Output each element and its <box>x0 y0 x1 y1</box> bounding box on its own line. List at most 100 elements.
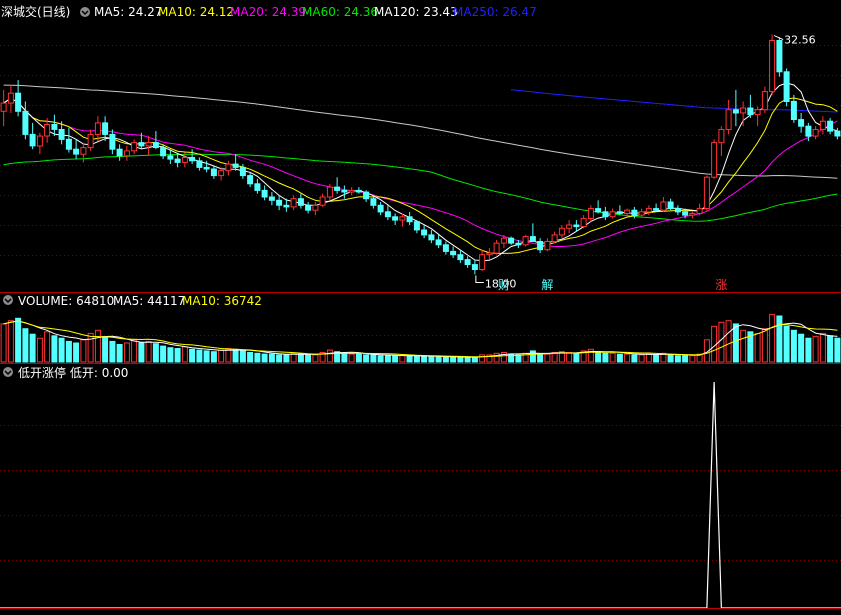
volume-bar <box>0 323 7 363</box>
candle <box>696 203 703 216</box>
volume-bar <box>819 332 826 363</box>
volume-bar <box>370 354 377 363</box>
signal-menu-toggle[interactable] <box>3 367 13 377</box>
candle <box>508 236 515 245</box>
candle-body <box>783 71 790 103</box>
candle-body <box>544 241 551 251</box>
signal-title: 低开涨停 <box>18 365 66 380</box>
volume-bar <box>479 354 486 363</box>
candle-body <box>428 234 435 241</box>
signal-value: 0.00 <box>102 366 129 380</box>
svg-text:MA10: 24.12: MA10: 24.12 <box>158 5 234 19</box>
volume-bar <box>754 332 761 363</box>
candle-body <box>674 208 681 213</box>
signal-line <box>0 381 841 609</box>
candle <box>355 187 362 194</box>
volume-bar <box>297 353 304 363</box>
volume-bar <box>776 315 783 363</box>
volume-bar <box>413 355 420 363</box>
candle-body <box>827 120 834 132</box>
svg-text:MA120: 23.43: MA120: 23.43 <box>374 5 458 19</box>
volume-bar <box>312 354 319 363</box>
candle-body <box>109 133 116 150</box>
candle <box>522 234 529 247</box>
volume-bar <box>138 342 145 363</box>
volume-bar <box>36 337 43 363</box>
candle <box>725 99 732 135</box>
stock-chart[interactable]: 32.56 18.00 财 解 涨 深城交(日线) MA5: 24.27 MA1… <box>0 0 841 615</box>
price-panel-header: 深城交(日线) MA5: 24.27 MA10: 24.12 MA20: 24.… <box>1 4 537 19</box>
signal-panel-header: 低开涨停 低开: 0.00 <box>3 365 128 380</box>
volume-bar <box>196 349 203 363</box>
candle <box>297 193 304 209</box>
svg-text:MA5: 24.27: MA5: 24.27 <box>94 5 162 19</box>
candle <box>341 185 348 199</box>
candle <box>268 192 275 206</box>
candle <box>131 139 138 155</box>
volume-bar <box>812 336 819 363</box>
candle-body <box>363 191 370 200</box>
volume-bar <box>152 343 159 363</box>
indicator-menu-toggle[interactable] <box>80 7 90 17</box>
candle <box>94 116 101 141</box>
candle <box>36 132 43 155</box>
candle <box>638 208 645 217</box>
candle-body <box>131 142 138 152</box>
volume-bar <box>645 353 652 363</box>
candle <box>667 198 674 211</box>
svg-text:MA250: 26.47: MA250: 26.47 <box>453 5 537 19</box>
volume-bar <box>203 350 210 363</box>
volume-menu-toggle[interactable] <box>3 295 13 305</box>
candle <box>834 127 841 140</box>
svg-text:MA10: 36742: MA10: 36742 <box>182 294 262 308</box>
signal-spike <box>0 381 841 609</box>
candle-body <box>805 125 812 137</box>
event-marker-earnings[interactable]: 财 <box>498 278 510 292</box>
volume-bar <box>210 351 217 363</box>
candle <box>442 241 449 255</box>
svg-text:VOLUME: 64810: VOLUME: 64810 <box>18 294 114 308</box>
candle-body <box>587 208 594 220</box>
candle-body <box>239 166 246 177</box>
volume-bar <box>181 346 188 363</box>
candle <box>616 205 623 216</box>
volume-bar <box>116 344 123 363</box>
volume-bar <box>624 353 631 363</box>
svg-text:MA20: 24.39: MA20: 24.39 <box>230 5 306 19</box>
volume-bar <box>674 355 681 363</box>
event-marker-limit-up[interactable]: 涨 <box>715 277 727 292</box>
candle-body <box>312 204 319 211</box>
volume-bar <box>442 356 449 363</box>
candlesticks <box>0 34 841 275</box>
volume-bar <box>73 342 80 363</box>
volume-bar <box>232 348 239 363</box>
volume-bar <box>493 352 500 363</box>
candle-body <box>457 254 464 261</box>
candle-body <box>761 91 768 111</box>
ma20-value: 24.39 <box>272 5 306 19</box>
candle-body <box>268 196 275 201</box>
candle-body <box>660 201 667 211</box>
candle-body <box>624 209 631 214</box>
volume-bar <box>247 352 254 363</box>
candle <box>493 239 500 255</box>
ma20-label: MA20: <box>230 5 268 19</box>
candle <box>73 139 80 160</box>
candle <box>406 211 413 226</box>
volume-bar <box>15 317 22 363</box>
candle-body <box>522 236 529 246</box>
candle-body <box>421 229 428 236</box>
event-marker-unlock[interactable]: 解 <box>541 278 553 292</box>
candle-body <box>87 133 94 149</box>
candle <box>827 117 834 135</box>
volume-bar <box>87 332 94 363</box>
volume-bar <box>682 355 689 363</box>
candle-body <box>196 160 203 168</box>
candle <box>413 220 420 234</box>
candle <box>428 229 435 244</box>
candle <box>276 195 283 211</box>
candle-body <box>341 189 348 193</box>
candle-body <box>399 216 406 221</box>
volume-bar <box>355 353 362 363</box>
volume-bar <box>435 355 442 363</box>
